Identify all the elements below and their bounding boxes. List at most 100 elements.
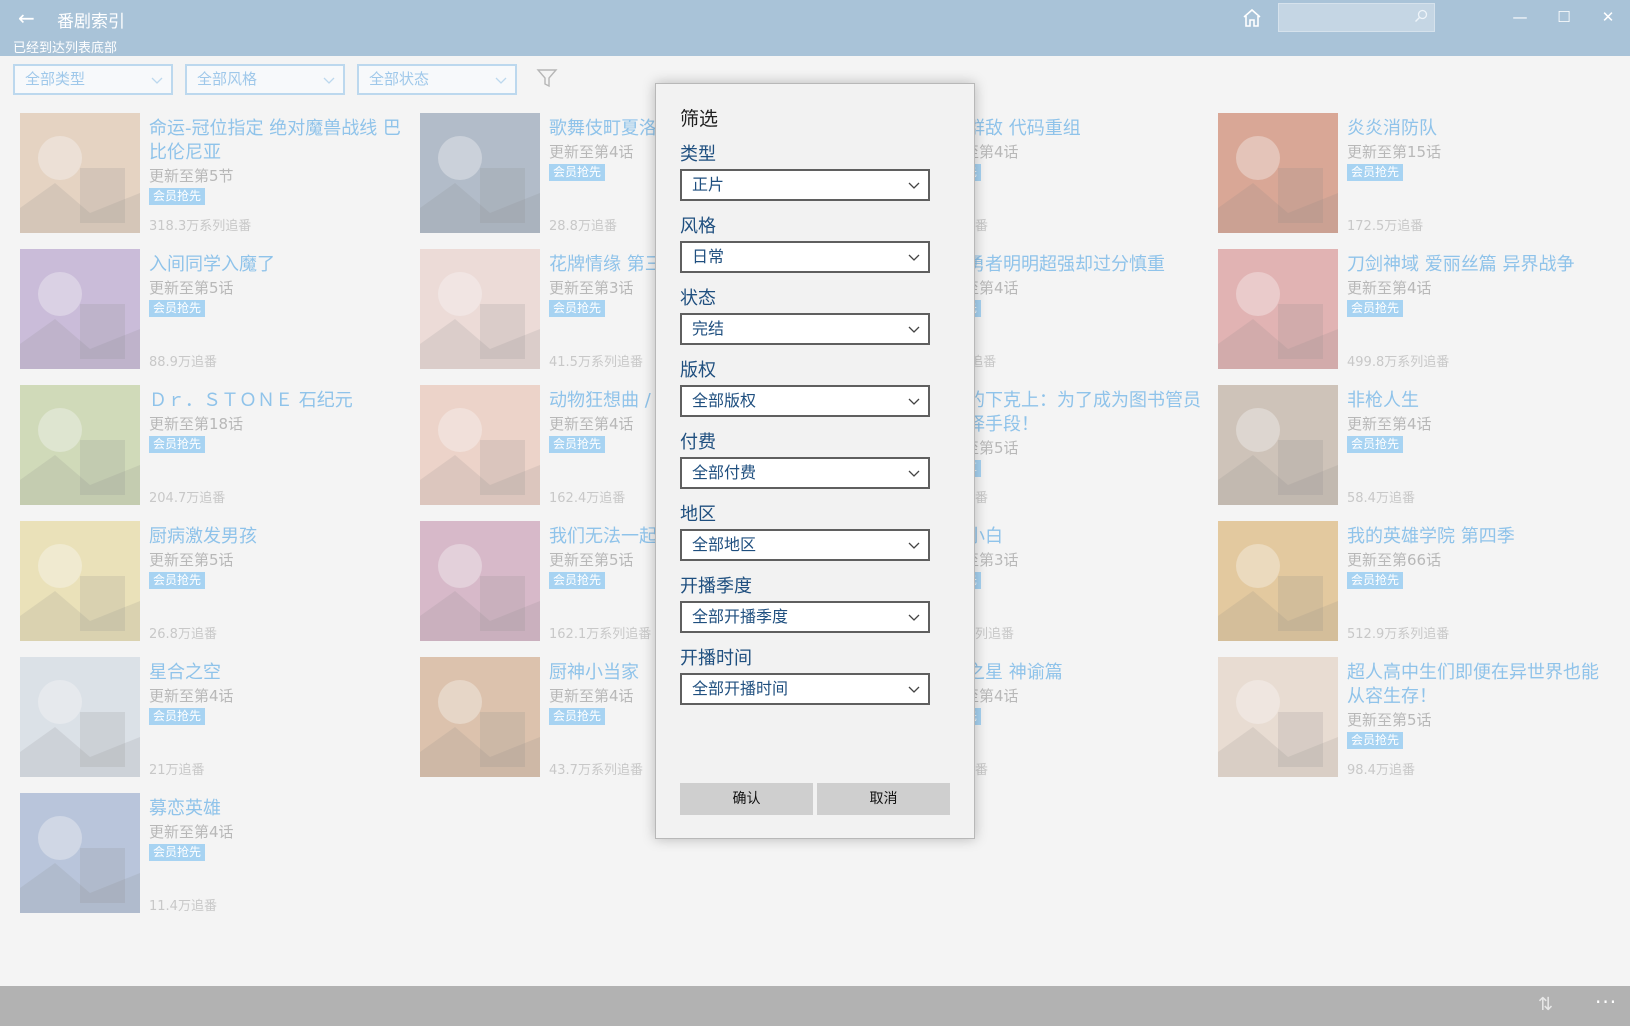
sort-icon[interactable]: ⇅	[1538, 994, 1553, 1015]
more-options-button[interactable]: ···	[1595, 990, 1617, 1014]
home-icon[interactable]	[1240, 6, 1264, 30]
field-label: 开播时间	[680, 648, 752, 669]
filter-icon[interactable]	[536, 67, 558, 89]
anime-title[interactable]: 厨病激发男孩	[149, 525, 404, 549]
anime-title[interactable]: 门之星 神谕篇	[949, 661, 1204, 685]
follow-count: 41.5万系列追番	[549, 355, 643, 370]
anime-card[interactable]: 入间同学入魔了 更新至第5话 会员抢先 88.9万追番	[20, 249, 410, 370]
update-status: 更新至第4话	[549, 143, 634, 161]
field-label: 版权	[680, 360, 716, 381]
field-select[interactable]: 全部版权	[680, 385, 930, 417]
search-input[interactable]	[1283, 7, 1408, 28]
anime-title[interactable]: 超人高中生们即便在异世界也能从容生存！	[1347, 661, 1602, 709]
anime-card[interactable]: 募恋英雄 更新至第4话 会员抢先 11.4万追番	[20, 793, 410, 914]
anime-card[interactable]: 非枪人生更新至第4话 会员抢先 58.4万追番	[1218, 385, 1608, 506]
style-filter-select[interactable]: 全部风格	[185, 64, 345, 95]
chevron-down-icon	[151, 77, 163, 84]
anime-title[interactable]: Ｄｒ．ＳＴＯＮＥ 石纪元	[149, 389, 404, 413]
field-select[interactable]: 全部地区	[680, 529, 930, 561]
anime-title[interactable]: 我的英雄学院 第四季	[1347, 525, 1602, 549]
follow-count: 26.8万追番	[149, 627, 217, 642]
anime-title[interactable]: 刀剑神域 爱丽丝篇 异界战争	[1347, 253, 1602, 277]
anime-card[interactable]: 命运-冠位指定 绝对魔兽战线 巴比伦尼亚 更新至第5节 会员抢先 318.3万系列追番	[20, 113, 410, 234]
member-badge: 会员抢先	[1347, 436, 1404, 453]
cover-image	[420, 385, 540, 505]
update-status: 更新至第5话	[149, 551, 234, 569]
field-select[interactable]: 日常	[680, 241, 930, 273]
member-badge: 会员抢先	[549, 436, 606, 453]
status-filter-value: 全部状态	[369, 70, 430, 88]
follow-count: 98.4万追番	[1347, 763, 1415, 778]
anime-title[interactable]: 星合之空	[149, 661, 404, 685]
anime-title[interactable]: 限群敌 代码重组	[949, 117, 1204, 141]
cover-image	[420, 249, 540, 369]
chevron-down-icon	[908, 614, 920, 621]
cover-image	[420, 113, 540, 233]
follow-count: 28.8万追番	[549, 219, 617, 234]
member-badge: 会员抢先	[549, 164, 606, 181]
field-select[interactable]: 完结	[680, 313, 930, 345]
field-select-value: 全部地区	[692, 535, 757, 554]
follow-count: 58.4万追番	[1347, 491, 1415, 506]
cover-image	[1218, 385, 1338, 505]
maximize-button[interactable]: ☐	[1544, 4, 1584, 30]
anime-title[interactable]: 入间同学入魔了	[149, 253, 404, 277]
cover-image	[20, 793, 140, 913]
follow-count: 162.4万追番	[549, 491, 626, 506]
field-select[interactable]: 正片	[680, 169, 930, 201]
filter-dialog: 筛选 类型 正片 风格 日常 状态 完结 版权 全部版权 付费 全部付费 地区 全部地区 开播季度 全部开…	[655, 83, 975, 839]
field-select-value: 全部开播时间	[692, 679, 789, 698]
field-select-value: 正片	[692, 175, 725, 194]
status-filter-select[interactable]: 全部状态	[357, 64, 517, 95]
search-icon[interactable]	[1413, 8, 1429, 24]
anime-card[interactable]: 超人高中生们即便在异世界也能从容生存！ 更新至第5话 会员抢先 98.4万追番	[1218, 657, 1608, 778]
update-status: 更新至第3话	[549, 279, 634, 297]
follow-count: 172.5万追番	[1347, 219, 1424, 234]
anime-title[interactable]: 书的下克上：为了成为图书管员不择手段！	[949, 389, 1204, 437]
confirm-button[interactable]: 确认	[680, 783, 813, 815]
field-select[interactable]: 全部开播时间	[680, 673, 930, 705]
update-status: 更新至第4话	[1347, 279, 1432, 297]
update-status: 更新至第18话	[149, 415, 244, 433]
anime-title[interactable]: 命运-冠位指定 绝对魔兽战线 巴比伦尼亚	[149, 117, 404, 165]
field-label: 状态	[680, 288, 716, 309]
field-select[interactable]: 全部开播季度	[680, 601, 930, 633]
minimize-button[interactable]: —	[1500, 4, 1540, 30]
anime-title[interactable]: 级小白	[949, 525, 1204, 549]
anime-card[interactable]: 我的英雄学院 第四季 更新至第66话 会员抢先 512.9万系列追番	[1218, 521, 1608, 642]
anime-title[interactable]: 非枪人生	[1347, 389, 1602, 413]
update-status: 更新至第4话	[1347, 415, 1432, 433]
update-status: 更新至第4话	[149, 687, 234, 705]
anime-title[interactable]: 炎炎消防队	[1347, 117, 1602, 141]
style-filter-value: 全部风格	[197, 70, 258, 88]
close-button[interactable]: ✕	[1588, 4, 1628, 30]
update-status: 更新至第5话	[549, 551, 634, 569]
back-button[interactable]: ←	[18, 6, 35, 30]
anime-card[interactable]: 星合之空 更新至第4话 会员抢先 21万追番	[20, 657, 410, 778]
anime-card[interactable]: 刀剑神域 爱丽丝篇 异界战争 更新至第4话 会员抢先 499.8万系列追番	[1218, 249, 1608, 370]
member-badge: 会员抢先	[549, 708, 606, 725]
member-badge: 会员抢先	[1347, 164, 1404, 181]
search-box[interactable]	[1278, 3, 1435, 32]
cover-image	[1218, 521, 1338, 641]
update-status: 更新至第4话	[549, 687, 634, 705]
cover-image	[1218, 249, 1338, 369]
cover-image	[20, 249, 140, 369]
anime-card[interactable]: 炎炎消防队更新至第15话 会员抢先 172.5万追番	[1218, 113, 1608, 234]
anime-card[interactable]: Ｄｒ．ＳＴＯＮＥ 石纪元 更新至第18话 会员抢先 204.7万追番	[20, 385, 410, 506]
cover-image	[20, 657, 140, 777]
update-status: 更新至第15话	[1347, 143, 1442, 161]
anime-title[interactable]: 个勇者明明超强却过分慎重	[949, 253, 1204, 277]
cover-image	[1218, 113, 1338, 233]
cover-image	[420, 657, 540, 777]
cancel-button[interactable]: 取消	[817, 783, 950, 815]
anime-card[interactable]: 厨病激发男孩 更新至第5话 会员抢先 26.8万追番	[20, 521, 410, 642]
chevron-down-icon	[908, 470, 920, 477]
field-select[interactable]: 全部付费	[680, 457, 930, 489]
type-filter-select[interactable]: 全部类型	[13, 64, 173, 95]
anime-title[interactable]: 募恋英雄	[149, 797, 404, 821]
chevron-down-icon	[908, 182, 920, 189]
update-status: 更新至第5话	[149, 279, 234, 297]
field-select-value: 日常	[692, 247, 725, 266]
chevron-down-icon	[495, 77, 507, 84]
